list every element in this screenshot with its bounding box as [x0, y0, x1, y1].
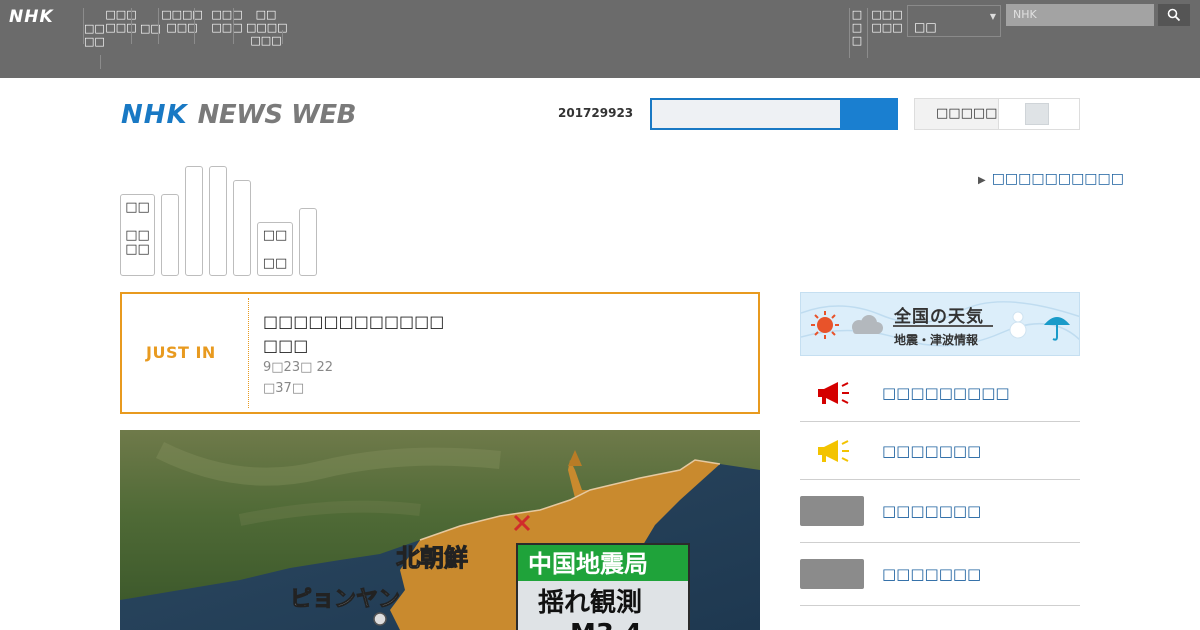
nav-divider — [849, 8, 850, 58]
sidebar-item-label: □□□□□□□ — [882, 502, 982, 520]
current-date: 201729923 — [558, 106, 634, 120]
caption-header: 中国地震局 — [528, 550, 648, 578]
nav-divider — [282, 30, 283, 44]
just-in-label: JUST IN — [146, 343, 216, 362]
just-in-headline[interactable]: □□□□□□□□□□□□ □□□ — [263, 310, 563, 358]
megaphone-red-icon — [818, 382, 849, 404]
nhk-search-input[interactable]: NHK — [1006, 4, 1154, 26]
display-toggle-label: □□□□□ — [936, 106, 998, 121]
logo-newsweb-text: NEWS WEB — [197, 100, 357, 130]
gnav-item-2[interactable]: □□□ □□□ — [104, 8, 138, 34]
snowman-icon — [1009, 311, 1027, 339]
category-tab-3[interactable] — [185, 166, 203, 276]
news-search-input[interactable] — [650, 98, 842, 130]
top-news-image[interactable]: 北朝鮮 ピョンヤン 中国地震局 揺れ観測 M3.4 — [120, 430, 760, 630]
nav-divider — [131, 8, 132, 44]
category-tab-5[interactable] — [233, 180, 251, 276]
umbrella-icon — [1044, 317, 1070, 341]
gnav-item-5[interactable]: □□□ □□□ — [210, 8, 244, 34]
timestamp-line-2: □37□ — [263, 381, 305, 396]
triangle-right-icon: ▶ — [978, 175, 986, 186]
nhk-news-web-logo[interactable]: NHK NEWS WEB — [121, 100, 356, 130]
category-tab-1[interactable]: □□ □□ □□ — [120, 194, 155, 276]
caption-line-2: M3.4 — [570, 619, 642, 630]
program-info-link-label: □□□□□□□□□□ — [991, 171, 1124, 187]
gnav-item-6[interactable]: □□ □□□□ □□□ — [246, 8, 288, 47]
gnav-right-item-1[interactable]: □ □ □ — [851, 8, 863, 47]
weather-subtitle: 地震・津波情報 — [894, 333, 979, 347]
logo-nhk-text: NHK — [121, 100, 188, 130]
weather-title: 全国の天気 — [894, 307, 984, 327]
category-tab-6[interactable]: □□ □□ — [257, 222, 293, 276]
nav-divider — [867, 8, 868, 58]
program-info-link[interactable]: ▶ □□□□□□□□□□ — [978, 171, 1124, 187]
gnav-right-item-2[interactable]: □□□ □□□ — [870, 8, 904, 34]
news-search-button[interactable] — [840, 98, 898, 130]
category-tab-4[interactable] — [209, 166, 227, 276]
megaphone-yellow-icon — [818, 440, 849, 462]
nav-divider — [100, 55, 101, 69]
category-tab-7[interactable] — [299, 208, 317, 276]
nav-divider — [158, 8, 159, 44]
sidebar-item-label: □□□□□□□□□ — [882, 384, 1010, 402]
category-tab-2[interactable] — [161, 194, 179, 276]
earthquake-map-image: 北朝鮮 ピョンヤン 中国地震局 揺れ観測 M3.4 — [120, 430, 760, 630]
sun-icon — [811, 311, 839, 339]
sidebar-thumbnail — [800, 496, 864, 526]
nav-divider — [194, 8, 195, 44]
search-icon — [1167, 8, 1181, 22]
chevron-down-icon: ▼ — [989, 12, 996, 21]
toggle-knob[interactable] — [1025, 103, 1049, 125]
sidebar-item-label: □□□□□□□ — [882, 565, 982, 583]
sidebar-item-label: □□□□□□□ — [882, 442, 982, 460]
region-select-value: □□ — [914, 20, 937, 34]
map-label-north-korea: 北朝鮮 — [396, 544, 468, 572]
sidebar-thumbnail — [800, 559, 864, 589]
gnav-item-1[interactable]: □□ □□ — [84, 22, 105, 48]
map-label-pyongyang: ピョンヤン — [290, 587, 400, 612]
just-in-divider — [248, 298, 249, 408]
just-in-timestamp: 9□23□ 22 □37□ — [263, 357, 333, 399]
gnav-item-3[interactable]: □□ — [140, 22, 161, 35]
gnav-item-4[interactable]: □□□□ □□□ — [160, 8, 204, 34]
cloud-icon — [852, 315, 883, 334]
timestamp-line-1: 9□23□ 22 — [263, 360, 334, 375]
nav-divider — [233, 8, 234, 44]
nhk-search-button[interactable] — [1158, 4, 1190, 26]
nhk-logo[interactable]: NHK — [9, 7, 54, 27]
caption-line-1: 揺れ観測 — [538, 587, 642, 618]
region-select[interactable]: □□ ▼ — [907, 5, 1001, 37]
weather-divider — [893, 325, 993, 327]
